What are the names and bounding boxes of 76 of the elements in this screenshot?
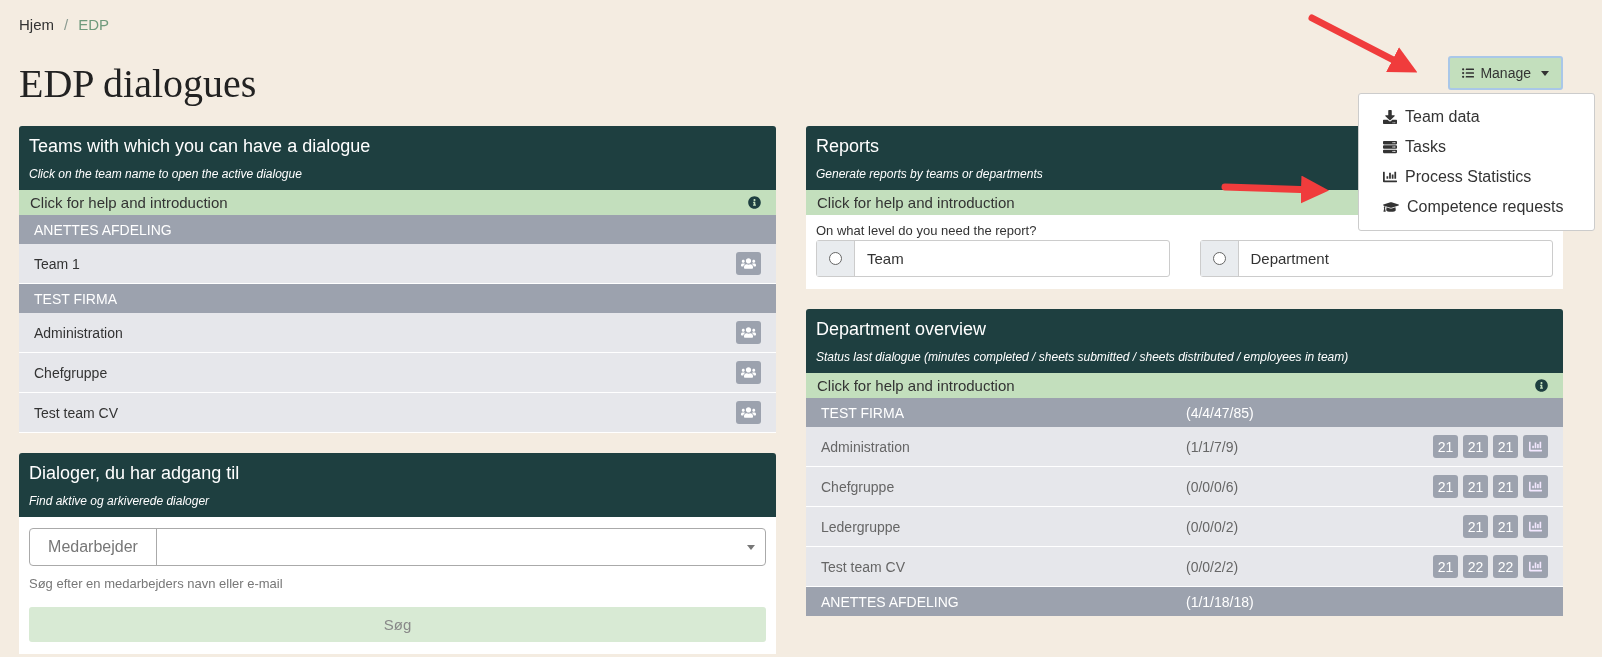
menu-item[interactable]: Tasks — [1359, 132, 1594, 162]
team-status: (0/0/0/2) — [1186, 518, 1239, 535]
help-text[interactable]: Click for help and introduction — [817, 377, 1015, 394]
page-title: EDP dialogues — [19, 59, 257, 107]
graduation-cap-icon — [1383, 199, 1399, 215]
radio-button[interactable] — [1212, 252, 1226, 265]
panel-subtitle: Generate reports by teams or departments — [816, 167, 1043, 181]
panel-subtitle: Click on the team name to open the active dialogue — [29, 167, 302, 181]
users-icon — [741, 365, 756, 380]
group-name: TEST FIRMA — [34, 290, 117, 307]
team-status: (0/0/2/2) — [1186, 558, 1239, 575]
team-name: Chefgruppe — [821, 478, 896, 495]
panel-title: Reports — [816, 136, 880, 157]
stack-icon — [1383, 140, 1397, 154]
breadcrumb-separator: / — [64, 15, 69, 33]
radio-label[interactable]: Department — [1238, 241, 1341, 276]
team-name[interactable]: Administration — [34, 324, 123, 341]
group-status: (1/1/18/18) — [1186, 593, 1254, 610]
bar-chart-icon — [1529, 440, 1542, 453]
panel-title: Dialoger, du har adgang til — [29, 463, 240, 484]
info-icon — [1535, 379, 1548, 392]
team-row[interactable]: Team 1 — [19, 244, 776, 284]
users-icon — [741, 325, 756, 340]
team-button[interactable] — [736, 321, 761, 344]
field-label: Medarbejder — [30, 529, 157, 565]
team-status: (1/1/7/9) — [1186, 438, 1239, 455]
employee-select[interactable]: Medarbejder — [29, 528, 766, 566]
users-icon — [741, 405, 756, 420]
caret-icon — [747, 544, 755, 550]
list-icon — [1462, 67, 1475, 79]
team-name: Ledergruppe — [821, 518, 902, 535]
breadcrumb-link[interactable]: Hjem — [19, 15, 54, 33]
help-text[interactable]: Click for help and introduction — [817, 194, 1015, 211]
help-bar[interactable]: Click for help and introduction — [806, 373, 1563, 398]
field-hint: Søg efter en medarbejders navn eller e-mail — [29, 576, 284, 591]
bar-chart-icon — [1529, 480, 1542, 493]
group-name: TEST FIRMA — [821, 404, 905, 421]
team-name: Test team CV — [821, 558, 907, 575]
bar-chart-icon — [1529, 560, 1542, 573]
team-button[interactable] — [736, 361, 761, 384]
info-icon — [748, 196, 761, 209]
panel-subtitle: Status last dialogue (minutes completed / sheets submitted / sheets distributed / employees in team) — [816, 350, 1349, 364]
team-status: (0/0/0/6) — [1186, 478, 1239, 495]
team-name[interactable]: Chefgruppe — [34, 364, 108, 381]
download-icon — [1383, 110, 1397, 124]
team-button[interactable] — [736, 401, 761, 424]
group-name: ANETTES AFDELING — [34, 221, 172, 238]
chart-button[interactable] — [1523, 475, 1548, 498]
group-status: (4/4/47/85) — [1186, 404, 1254, 421]
manage-button[interactable]: Manage — [1448, 56, 1563, 90]
radio-option[interactable]: Team — [816, 240, 1170, 277]
help-text[interactable]: Click for help and introduction — [30, 194, 228, 211]
panel-title: Department overview — [816, 319, 987, 340]
menu-item[interactable]: Team data — [1359, 102, 1594, 132]
bar-chart-icon — [1383, 170, 1397, 184]
question-label: On what level do you need the report? — [816, 223, 1038, 238]
team-row[interactable]: Administration — [19, 313, 776, 353]
team-name[interactable]: Team 1 — [34, 255, 80, 272]
help-bar[interactable]: Click for help and introduction — [19, 190, 776, 215]
team-row[interactable]: Test team CV — [19, 393, 776, 433]
radio-label[interactable]: Team — [855, 241, 916, 276]
radio-button[interactable] — [829, 252, 842, 265]
users-icon — [741, 256, 756, 271]
team-name: Administration — [821, 438, 911, 455]
panel-title: Teams with which you can have a dialogue — [29, 136, 371, 157]
radio-option[interactable]: Department — [1199, 240, 1553, 277]
panel-subtitle: Find aktive og arkiverede dialoger — [29, 494, 210, 508]
chart-button[interactable] — [1523, 555, 1548, 578]
team-row[interactable]: Chefgruppe — [19, 353, 776, 393]
menu-item[interactable]: Process Statistics — [1359, 162, 1594, 192]
team-name[interactable]: Test team CV — [34, 404, 119, 421]
bar-chart-icon — [1529, 520, 1542, 533]
group-name: ANETTES AFDELING — [821, 593, 960, 610]
team-button[interactable] — [736, 252, 761, 275]
chart-button[interactable] — [1523, 515, 1548, 538]
chart-button[interactable] — [1523, 435, 1548, 458]
